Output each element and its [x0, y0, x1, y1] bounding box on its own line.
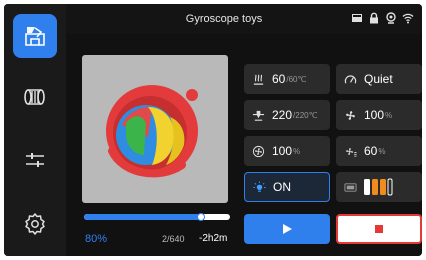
nozzle-temp-target: /220℃	[293, 110, 318, 120]
print-job-icon	[25, 27, 45, 46]
layer-count: 2/640	[162, 234, 185, 244]
light-toggle-tile[interactable]: ON	[244, 172, 330, 202]
fan-icon	[346, 110, 355, 120]
ams-tile[interactable]	[336, 172, 422, 202]
status-icons	[351, 12, 414, 24]
sidebar-item-controls[interactable]	[13, 138, 57, 182]
nozzle-icon	[252, 110, 265, 121]
aux-fan-icon	[252, 145, 265, 157]
lock-icon[interactable]	[368, 12, 380, 24]
chamber-fan-icon	[346, 147, 357, 157]
printer-screen: Gyroscope toys 80% 2/640 -2h2m 60 /60℃ Q…	[4, 4, 422, 256]
bed-temp-value: 60	[272, 72, 286, 86]
gyroscope-model-image	[106, 85, 198, 178]
heated-bed-icon	[253, 74, 264, 85]
sliders-icon	[26, 153, 44, 167]
play-icon	[283, 224, 292, 234]
speed-tile[interactable]: Quiet	[336, 64, 422, 94]
print-progress-bar	[84, 214, 230, 220]
light-bulb-icon	[253, 180, 266, 192]
speed-gauge-icon	[344, 74, 357, 83]
gear-icon	[25, 213, 45, 235]
aux-fan-unit: %	[293, 146, 301, 156]
speed-mode-value: Quiet	[364, 72, 393, 86]
aux-fan-value: 100	[272, 144, 293, 158]
filament-spool-icon	[24, 89, 45, 105]
aux-fan-tile[interactable]: 100 %	[244, 136, 330, 166]
sidebar-item-print-job[interactable]	[13, 14, 57, 58]
sd-card-icon[interactable]	[351, 12, 363, 24]
model-preview	[82, 55, 228, 203]
print-progress-knob	[197, 214, 204, 220]
stop-print-button[interactable]	[336, 214, 422, 244]
stop-icon	[375, 225, 383, 233]
sidebar-item-filament[interactable]	[13, 75, 57, 119]
wifi-icon[interactable]	[402, 12, 414, 24]
ams-icon	[344, 182, 357, 192]
bed-temp-target: /60℃	[286, 74, 307, 84]
time-remaining: -2h2m	[199, 233, 228, 244]
part-fan-unit: %	[385, 110, 393, 120]
resume-print-button[interactable]	[244, 214, 330, 244]
progress-percent: 80%	[85, 233, 108, 245]
nozzle-temp-tile[interactable]: 220 /220℃	[244, 100, 330, 130]
light-state: ON	[273, 180, 291, 194]
bed-temp-tile[interactable]: 60 /60℃	[244, 64, 330, 94]
part-fan-value: 100	[364, 108, 385, 122]
chamber-fan-unit: %	[378, 146, 386, 156]
sidebar-item-settings[interactable]	[13, 202, 57, 246]
main-panel: 80% 2/640 -2h2m 60 /60℃ Quiet 220 /220℃ …	[66, 34, 422, 256]
chamber-fan-tile[interactable]: 60 %	[336, 136, 422, 166]
sidebar	[4, 4, 66, 256]
camera-icon[interactable]	[385, 12, 397, 24]
print-progress-fill	[84, 214, 201, 220]
chamber-fan-value: 60	[364, 144, 378, 158]
nozzle-temp-value: 220	[272, 108, 293, 122]
part-fan-tile[interactable]: 100 %	[336, 100, 422, 130]
ams-slots-indicator	[364, 178, 393, 196]
header-bar: Gyroscope toys	[66, 4, 422, 34]
